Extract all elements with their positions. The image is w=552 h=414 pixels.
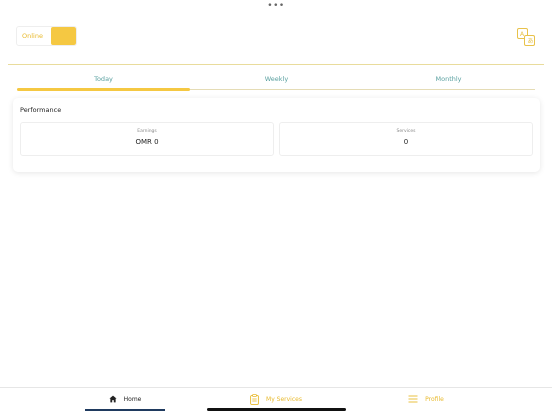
nav-active-indicator — [85, 409, 165, 411]
nav-my-services[interactable]: My Services — [236, 388, 316, 410]
menu-icon — [408, 395, 418, 403]
earnings-value: OMR 0 — [135, 138, 159, 146]
home-indicator-bar[interactable] — [207, 408, 346, 411]
nav-my-services-label: My Services — [266, 395, 302, 403]
earnings-label: Earnings — [137, 129, 157, 134]
online-status-toggle[interactable]: Online — [16, 26, 77, 46]
performance-title: Performance — [20, 106, 62, 114]
tab-monthly[interactable]: Monthly — [362, 72, 535, 86]
translate-button[interactable]: A あ — [516, 27, 536, 47]
header-divider — [8, 64, 544, 65]
tab-selected-indicator — [17, 88, 190, 91]
performance-card: Performance Earnings OMR 0 Services 0 — [13, 98, 540, 172]
top-indicator-dots: ••• — [267, 1, 285, 11]
svg-text:あ: あ — [528, 38, 534, 45]
clipboard-icon — [250, 393, 259, 405]
tab-today[interactable]: Today — [17, 72, 190, 86]
status-toggle-knob — [51, 27, 76, 45]
earnings-stat: Earnings OMR 0 — [20, 122, 274, 156]
tab-weekly[interactable]: Weekly — [190, 72, 363, 86]
home-icon — [109, 395, 117, 403]
status-label: Online — [22, 32, 43, 40]
services-value: 0 — [403, 138, 409, 146]
translate-icon: A あ — [517, 28, 535, 46]
nav-home[interactable]: Home — [85, 388, 165, 410]
services-stat: Services 0 — [279, 122, 533, 156]
period-tabs: Today Weekly Monthly — [17, 72, 535, 92]
services-label: Services — [396, 129, 416, 134]
nav-home-label: Home — [123, 395, 142, 403]
nav-profile[interactable]: Profile — [386, 388, 466, 410]
nav-profile-label: Profile — [425, 395, 444, 403]
